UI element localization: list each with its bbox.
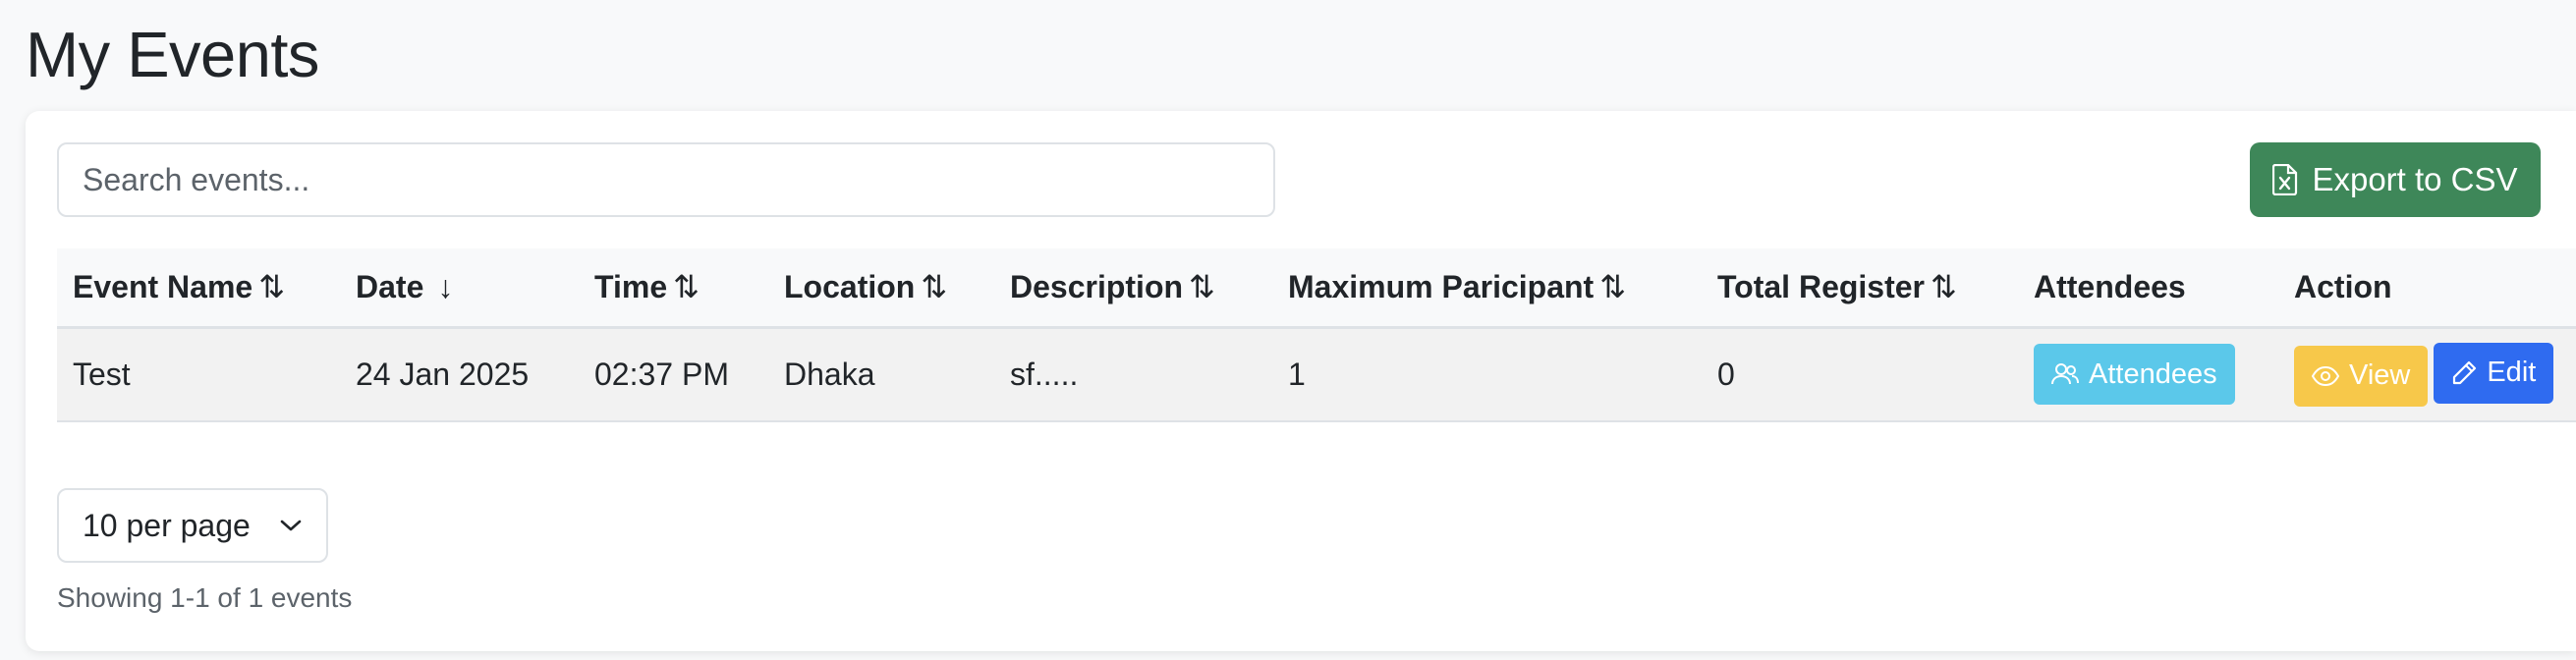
- sort-icon[interactable]: ⇅: [673, 269, 700, 304]
- events-card: Export to CSV Event Name⇅ Date↓ Time⇅ Lo…: [26, 111, 2576, 651]
- header-total-register[interactable]: Total Register ⇅: [1702, 248, 2018, 327]
- sort-icon[interactable]: ⇅: [1189, 269, 1215, 304]
- sort-icon[interactable]: ⇅: [1931, 269, 1957, 304]
- header-attendees: Attendees: [2034, 268, 2186, 304]
- cell-max-participants: 1: [1288, 356, 1306, 392]
- export-csv-button[interactable]: Export to CSV: [2250, 142, 2541, 217]
- cell-date: 24 Jan 2025: [356, 356, 530, 392]
- header-time[interactable]: Time ⇅: [579, 248, 768, 327]
- view-button[interactable]: View: [2294, 345, 2429, 407]
- pagination-summary: Showing 1-1 of 1 events: [57, 582, 353, 613]
- edit-button[interactable]: Edit: [2434, 342, 2554, 404]
- sort-icon[interactable]: ⇅: [1599, 269, 1626, 304]
- header-date[interactable]: Date ↓: [340, 248, 579, 327]
- cell-attendees: Attendees: [2018, 327, 2278, 421]
- eye-icon: [2312, 365, 2339, 386]
- attendees-button[interactable]: Attendees: [2034, 344, 2235, 406]
- header-event-name[interactable]: Event Name ⇅: [57, 248, 340, 327]
- header-action: Action: [2294, 268, 2392, 304]
- attendees-button-label: Attendees: [2089, 358, 2217, 390]
- events-table: Event Name ⇅ Date ↓ Time ⇅ Location ⇅ Descri…: [57, 248, 2576, 425]
- view-button-label: View: [2349, 359, 2411, 392]
- header-description[interactable]: Description ⇅: [994, 248, 1272, 327]
- edit-button-label: Edit: [2487, 357, 2537, 389]
- sort-icon[interactable]: ⇅: [921, 269, 947, 304]
- chevron-down-icon: [279, 519, 303, 532]
- header-location[interactable]: Location ⇅: [768, 248, 994, 327]
- cell-location: Dhaka: [784, 356, 875, 392]
- people-icon: [2051, 362, 2079, 386]
- header-max-participants[interactable]: Maximum Paricipant ⇅: [1272, 248, 1702, 327]
- per-page-select[interactable]: 10 per page: [57, 488, 328, 563]
- table-row: Test 24 Jan 2025 02:37 PM Dhaka sf..... …: [57, 327, 2576, 421]
- sort-icon[interactable]: ⇅: [258, 269, 285, 304]
- table-header-row: Event Name ⇅ Date ↓ Time ⇅ Location ⇅ Descri…: [57, 248, 2576, 327]
- search-input[interactable]: [57, 142, 1275, 217]
- page-title: My Events: [26, 19, 319, 90]
- cell-description: sf.....: [1010, 356, 1079, 392]
- cell-time: 02:37 PM: [594, 356, 729, 392]
- export-csv-label: Export to CSV: [2312, 161, 2518, 197]
- cell-action: View Edit: [2278, 327, 2576, 421]
- pencil-icon: [2451, 360, 2477, 386]
- file-excel-icon: [2272, 164, 2298, 195]
- cell-total-register: 0: [1717, 356, 1735, 392]
- sort-desc-icon[interactable]: ↓: [437, 269, 453, 304]
- per-page-value: 10 per page: [83, 507, 251, 543]
- cell-event-name: Test: [73, 356, 131, 392]
